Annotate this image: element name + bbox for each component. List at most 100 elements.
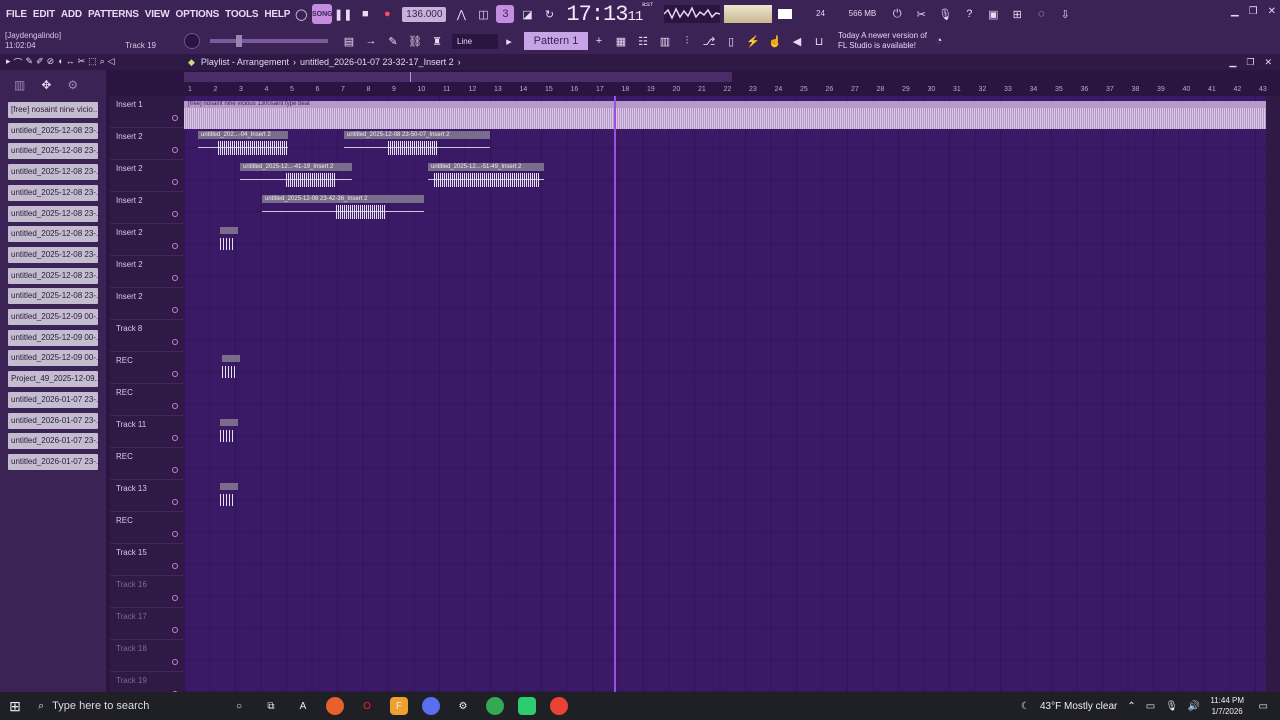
download-icon[interactable]: ⇩	[1056, 5, 1074, 23]
master-volume-slider[interactable]	[210, 35, 328, 47]
track-header[interactable]: REC	[110, 512, 184, 544]
snap-select[interactable]: Line	[452, 33, 498, 49]
timeline-ruler[interactable]: 1 2 3 4 5 6 7 8 9 10 11 12 13 14 15 16 17 18 19 20 21 22 23 24 2…	[184, 70, 1267, 96]
wait-input-icon[interactable]: ◫	[474, 5, 492, 23]
chrome-2-icon[interactable]	[550, 697, 568, 715]
menu-file[interactable]: FILE	[6, 9, 27, 20]
track-name[interactable]: Insert 2	[116, 228, 143, 237]
mixer-icon[interactable]: ⊞	[1008, 5, 1026, 23]
track-mute-dot[interactable]	[172, 307, 178, 313]
menu-edit[interactable]: EDIT	[33, 9, 55, 20]
cart-icon[interactable]: ⊔	[810, 32, 828, 50]
help-icon[interactable]: ?	[960, 5, 978, 23]
speaker-icon[interactable]: ◀	[788, 32, 806, 50]
track-mute-dot[interactable]	[172, 147, 178, 153]
song-mode-toggle[interactable]: SONG	[312, 4, 333, 24]
menu-patterns[interactable]: PATTERNS	[88, 9, 139, 20]
track-name[interactable]: Insert 2	[116, 260, 143, 269]
network-icon[interactable]: ▭	[1146, 701, 1155, 712]
news-panel[interactable]: Today A newer version of FL Studio is av…	[838, 31, 928, 51]
track-header[interactable]: Track 11	[110, 416, 184, 448]
track-mute-dot[interactable]	[172, 243, 178, 249]
plug-icon[interactable]: ⚡	[744, 32, 762, 50]
update-icon[interactable]: ◔	[930, 32, 948, 50]
move-icon[interactable]: ✥	[41, 78, 51, 92]
menu-add[interactable]: ADD	[61, 9, 82, 20]
track-name[interactable]: Track 11	[116, 420, 146, 429]
fl-studio-icon[interactable]: F	[390, 697, 408, 715]
track-name[interactable]: Track 19	[116, 676, 147, 685]
track-mute-dot[interactable]	[172, 403, 178, 409]
play-arrow-icon[interactable]: ▸	[6, 56, 11, 69]
sidebar-clip-item[interactable]: untitled_2025-12-08 23-...	[8, 246, 98, 263]
track-mute-dot[interactable]	[172, 563, 178, 569]
track-name[interactable]: Insert 2	[116, 292, 143, 301]
volume-icon[interactable]: 🔊	[1188, 701, 1200, 712]
track-name[interactable]: REC	[116, 452, 133, 461]
menu-help[interactable]: HELP	[264, 9, 290, 20]
sidebar-clip-item[interactable]: untitled_2025-12-09 00-...	[8, 329, 98, 346]
pause-icon[interactable]: ❚❚	[334, 5, 352, 23]
mic-icon[interactable]: 🎙	[1165, 701, 1178, 712]
select-icon[interactable]: ⬚	[88, 56, 97, 69]
mixer-sliders-icon[interactable]: ⫶	[678, 32, 696, 50]
undo-history-icon[interactable]: ⏻	[888, 5, 906, 23]
zoom-icon[interactable]: ⌕	[100, 56, 105, 69]
slice-icon[interactable]: ✂	[78, 56, 86, 69]
audio-clip[interactable]: untitled_202...-04_Insert 2	[198, 131, 288, 157]
touch-icon[interactable]: ☝	[766, 32, 784, 50]
sidebar-clip-item[interactable]: untitled_2026-01-07 23-...	[8, 391, 98, 408]
link-icon[interactable]: ⛓	[406, 32, 424, 50]
track-mute-dot[interactable]	[172, 659, 178, 665]
opera-icon[interactable]: O	[358, 697, 376, 715]
track-name[interactable]: Insert 2	[116, 196, 143, 205]
track-header[interactable]: Track 8	[110, 320, 184, 352]
edit-icon[interactable]: ✎	[384, 32, 402, 50]
playback-icon[interactable]: ◁	[108, 56, 115, 69]
stamp-icon[interactable]: ♜	[428, 32, 446, 50]
short-clip[interactable]	[220, 419, 238, 445]
playlist-close-icon[interactable]: ✕	[1264, 57, 1272, 68]
track-name[interactable]: Insert 2	[116, 132, 143, 141]
menu-tools[interactable]: TOOLS	[225, 9, 258, 20]
track-mute-dot[interactable]	[172, 211, 178, 217]
browser-icon[interactable]: ⎇	[700, 32, 718, 50]
track-header[interactable]: Insert 2	[110, 128, 184, 160]
sidebar-clip-item[interactable]: [free] nosaint nine vicio...	[8, 102, 98, 118]
track-header[interactable]: Insert 2	[110, 256, 184, 288]
plugin-picker-icon[interactable]: ▯	[722, 32, 740, 50]
magnet-icon[interactable]: ⌒	[14, 56, 23, 69]
track-name[interactable]: REC	[116, 516, 133, 525]
sidebar-clip-item[interactable]: untitled_2025-12-08 23-...	[8, 288, 98, 305]
short-clip[interactable]	[220, 227, 238, 253]
playlist-minimize-icon[interactable]: ▁	[1229, 57, 1236, 68]
settings-gear-icon[interactable]: ⚙	[454, 697, 472, 715]
settings-icon[interactable]: ⚙	[67, 78, 78, 92]
track-mute-dot[interactable]	[172, 467, 178, 473]
track-mute-dot[interactable]	[172, 499, 178, 505]
overview-scrollbar[interactable]	[184, 72, 732, 82]
sidebar-clip-item[interactable]: Project_49_2025-12-09...	[8, 371, 98, 388]
track-name[interactable]: Insert 2	[116, 164, 143, 173]
track-header[interactable]: Insert 2	[110, 224, 184, 256]
sidebar-clip-item[interactable]: untitled_2025-12-09 00-...	[8, 309, 98, 325]
sidebar-clip-item[interactable]: untitled_2026-01-07 23-...	[8, 433, 98, 450]
track-header[interactable]: Insert 1	[110, 96, 184, 128]
loop-record-icon[interactable]: ↻	[540, 5, 558, 23]
audio-clip[interactable]: untitled_2025-12-08 23-42-36_Insert 2	[262, 195, 424, 221]
add-pattern-icon[interactable]: +	[590, 32, 608, 50]
track-header[interactable]: Track 17	[110, 608, 184, 640]
track-name[interactable]: Track 8	[116, 324, 142, 333]
arrow-icon[interactable]: →	[362, 32, 380, 50]
sidebar-clip-item[interactable]: untitled_2026-01-07 23-...	[8, 412, 98, 429]
sidebar-clip-item[interactable]: untitled_2025-12-08 23-...	[8, 143, 98, 160]
countdown-icon[interactable]: 3	[496, 5, 515, 23]
playhead[interactable]	[614, 96, 616, 692]
track-name[interactable]: Track 13	[116, 484, 147, 493]
clock[interactable]: 11:44 PM 1/7/2026	[1210, 695, 1244, 717]
track-header[interactable]: REC	[110, 448, 184, 480]
track-header[interactable]: Track 18	[110, 640, 184, 672]
channel-rack-icon[interactable]: ☷	[634, 32, 652, 50]
microphone-icon[interactable]: 🎙	[936, 5, 954, 23]
tools-icon[interactable]: ✂	[912, 5, 930, 23]
